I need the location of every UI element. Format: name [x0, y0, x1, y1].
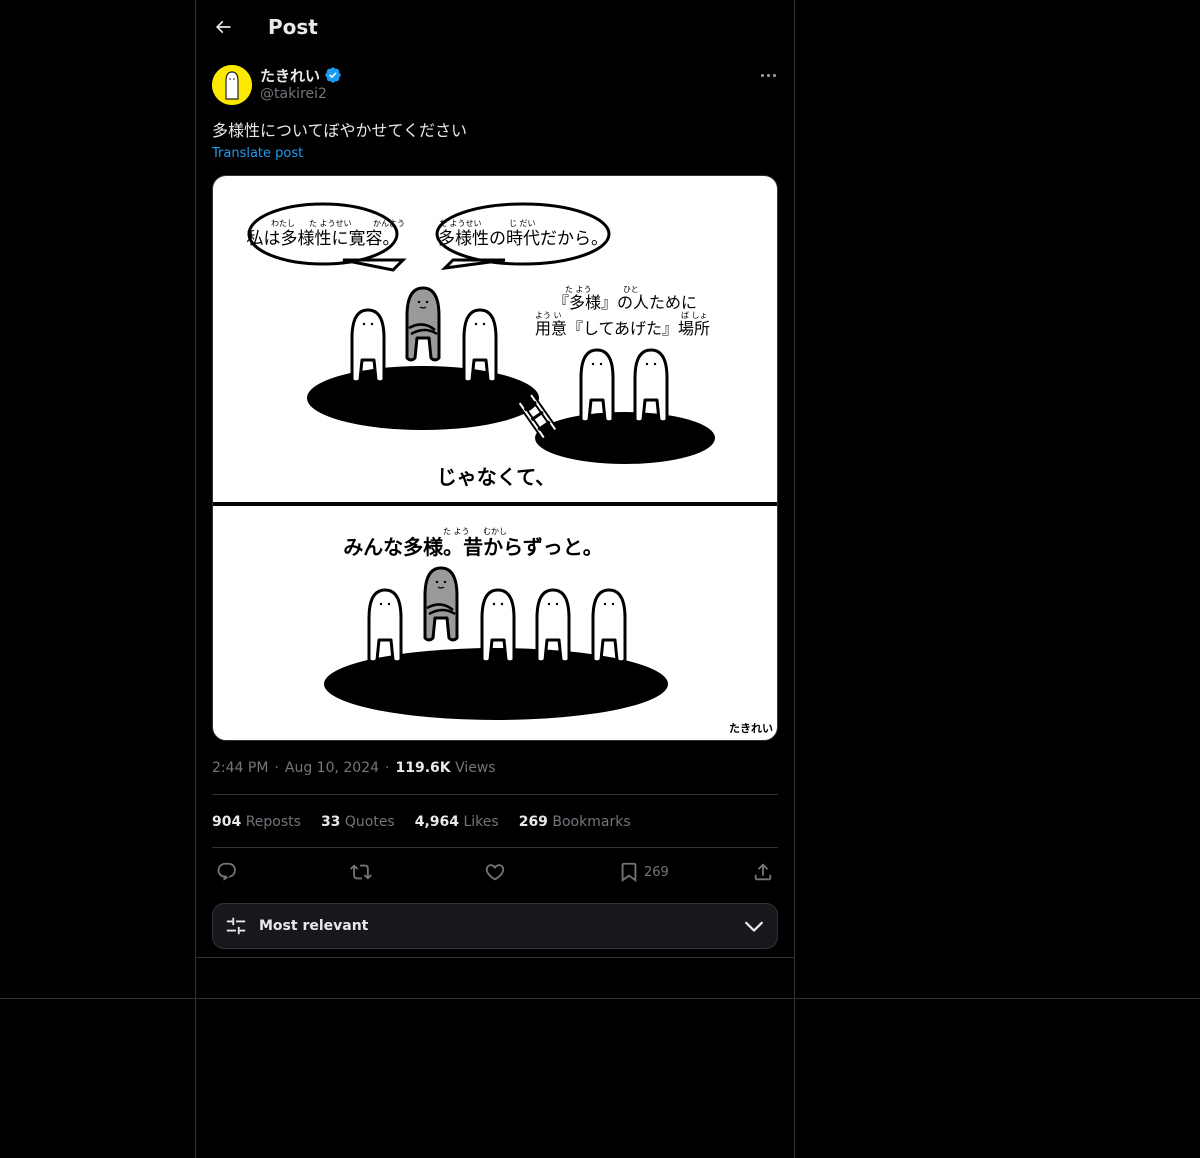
post-date[interactable]: Aug 10, 2024: [285, 758, 379, 778]
author-name-row[interactable]: たきれい: [260, 64, 342, 86]
figure-gray: [423, 566, 459, 642]
reply-button[interactable]: [216, 859, 238, 885]
post-meta: 2:44 PM · Aug 10, 2024 · 119.6K Views: [212, 758, 496, 778]
bottom-panel: みんな多様。昔からずっと。 た よう むかし たきれい: [324, 527, 773, 735]
speech-bubble-tail-left: [342, 258, 407, 272]
figure-gray: [405, 286, 441, 362]
speech-bubble-2-ruby-2: じ だい: [509, 219, 536, 228]
verified-badge-icon: [325, 67, 341, 83]
repost-button[interactable]: [350, 859, 372, 885]
bookmark-icon: [621, 862, 637, 883]
speech-bubble-2-ruby-1: た ようせい: [439, 219, 482, 228]
panel-divider: [213, 502, 777, 506]
sliders-icon: [226, 917, 246, 935]
stat-label: Quotes: [344, 814, 395, 830]
stat-label: Likes: [463, 814, 499, 830]
bottom-panel-caption-ruby-1: た よう: [443, 527, 470, 536]
page-title: Post: [268, 15, 318, 39]
artist-signature: たきれい: [729, 722, 773, 735]
figure-white: [633, 348, 669, 424]
bottom-panel-caption-ruby-2: むかし: [483, 527, 507, 536]
avatar[interactable]: [212, 65, 252, 105]
top-panel-bottom-caption: じゃなくて、: [437, 465, 555, 489]
stat-reposts[interactable]: 904 Reposts: [212, 812, 301, 832]
page-divider: [0, 998, 1200, 999]
small-hole: [535, 412, 715, 464]
action-bar: 269: [212, 857, 778, 887]
author-handle[interactable]: @takirei2: [260, 86, 327, 102]
speech-bubble-1-ruby-2: た ようせい: [309, 219, 352, 228]
side-caption-line1: 『多様』の人ために: [553, 293, 697, 312]
bottom-panel-caption: みんな多様。昔からずっと。: [343, 535, 603, 559]
large-hole: [307, 366, 539, 430]
arrow-left-icon: [215, 20, 231, 34]
stat-count: 33: [320, 814, 341, 830]
heart-icon: [485, 864, 505, 881]
more-dot: [772, 73, 776, 77]
stat-count: 904: [212, 814, 242, 830]
stats-divider: [212, 847, 778, 848]
speech-bubble-2-text: 多様性の時代だから。: [438, 229, 608, 249]
speech-bubble-1-text: 私は多様性に寛容。: [247, 229, 400, 249]
meta-separator: ·: [274, 760, 279, 776]
sort-label: Most relevant: [259, 918, 369, 934]
side-caption-line1-ruby-2: ひと: [623, 285, 639, 294]
stat-count: 4,964: [414, 814, 460, 830]
meta-divider: [212, 794, 778, 795]
meta-separator: ·: [385, 760, 390, 776]
avatar-character-icon: [212, 65, 252, 105]
post-image[interactable]: 私は多様性に寛容。 わたし た ようせい かんよう 多様性の時代だから。 た よ…: [212, 175, 778, 741]
translate-post-link[interactable]: Translate post: [212, 146, 303, 161]
speech-bubble-1-ruby-1: わたし: [271, 219, 295, 228]
speech-bubble-1-ruby-3: かんよう: [373, 219, 405, 228]
figure-white: [591, 588, 627, 664]
views-count: 119.6K: [395, 760, 451, 776]
side-caption-line2-ruby-2: ば しょ: [681, 311, 708, 320]
reply-icon: [217, 862, 236, 881]
figure-white: [579, 348, 615, 424]
side-caption-line1-ruby-1: た よう: [565, 285, 592, 294]
stat-likes[interactable]: 4,964 Likes: [415, 812, 499, 832]
engagement-stats: 904 Reposts 33 Quotes 4,964 Likes 269 Bo…: [212, 812, 631, 832]
post-time[interactable]: 2:44 PM: [212, 758, 268, 778]
author-display-name[interactable]: たきれい: [260, 65, 320, 86]
views-label: Views: [455, 760, 496, 776]
stat-count: 269: [518, 814, 548, 830]
like-button[interactable]: [484, 859, 506, 885]
figure-white: [367, 588, 403, 664]
more-dot: [766, 73, 770, 77]
right-column-border: [794, 0, 795, 1158]
side-caption-line2-ruby-1: よう い: [535, 311, 562, 320]
stat-quotes[interactable]: 33 Quotes: [321, 812, 395, 832]
bookmark-count: 269: [644, 864, 669, 880]
share-button[interactable]: [752, 859, 774, 885]
repost-icon: [350, 864, 372, 880]
reply-sort-dropdown[interactable]: Most relevant: [212, 903, 778, 949]
post-text: 多様性についてぼやかせてください: [212, 121, 468, 140]
more-dot: [760, 73, 764, 77]
stat-label: Reposts: [245, 814, 301, 830]
thread-bottom-divider: [196, 957, 794, 958]
stat-label: Bookmarks: [552, 814, 631, 830]
stat-bookmarks[interactable]: 269 Bookmarks: [519, 812, 631, 832]
more-options-button[interactable]: [756, 64, 780, 86]
share-icon: [754, 863, 772, 881]
top-panel: 私は多様性に寛容。 わたし た ようせい かんよう 多様性の時代だから。 た よ…: [247, 202, 715, 489]
back-button[interactable]: [210, 12, 236, 42]
left-column-border: [195, 0, 196, 1158]
side-caption-line2: 用意『してあげた』場所: [535, 319, 710, 338]
chevron-down-icon: [745, 921, 763, 932]
comic-illustration: 私は多様性に寛容。 わたし た ようせい かんよう 多様性の時代だから。 た よ…: [213, 202, 777, 735]
bookmark-button[interactable]: 269: [618, 859, 669, 885]
